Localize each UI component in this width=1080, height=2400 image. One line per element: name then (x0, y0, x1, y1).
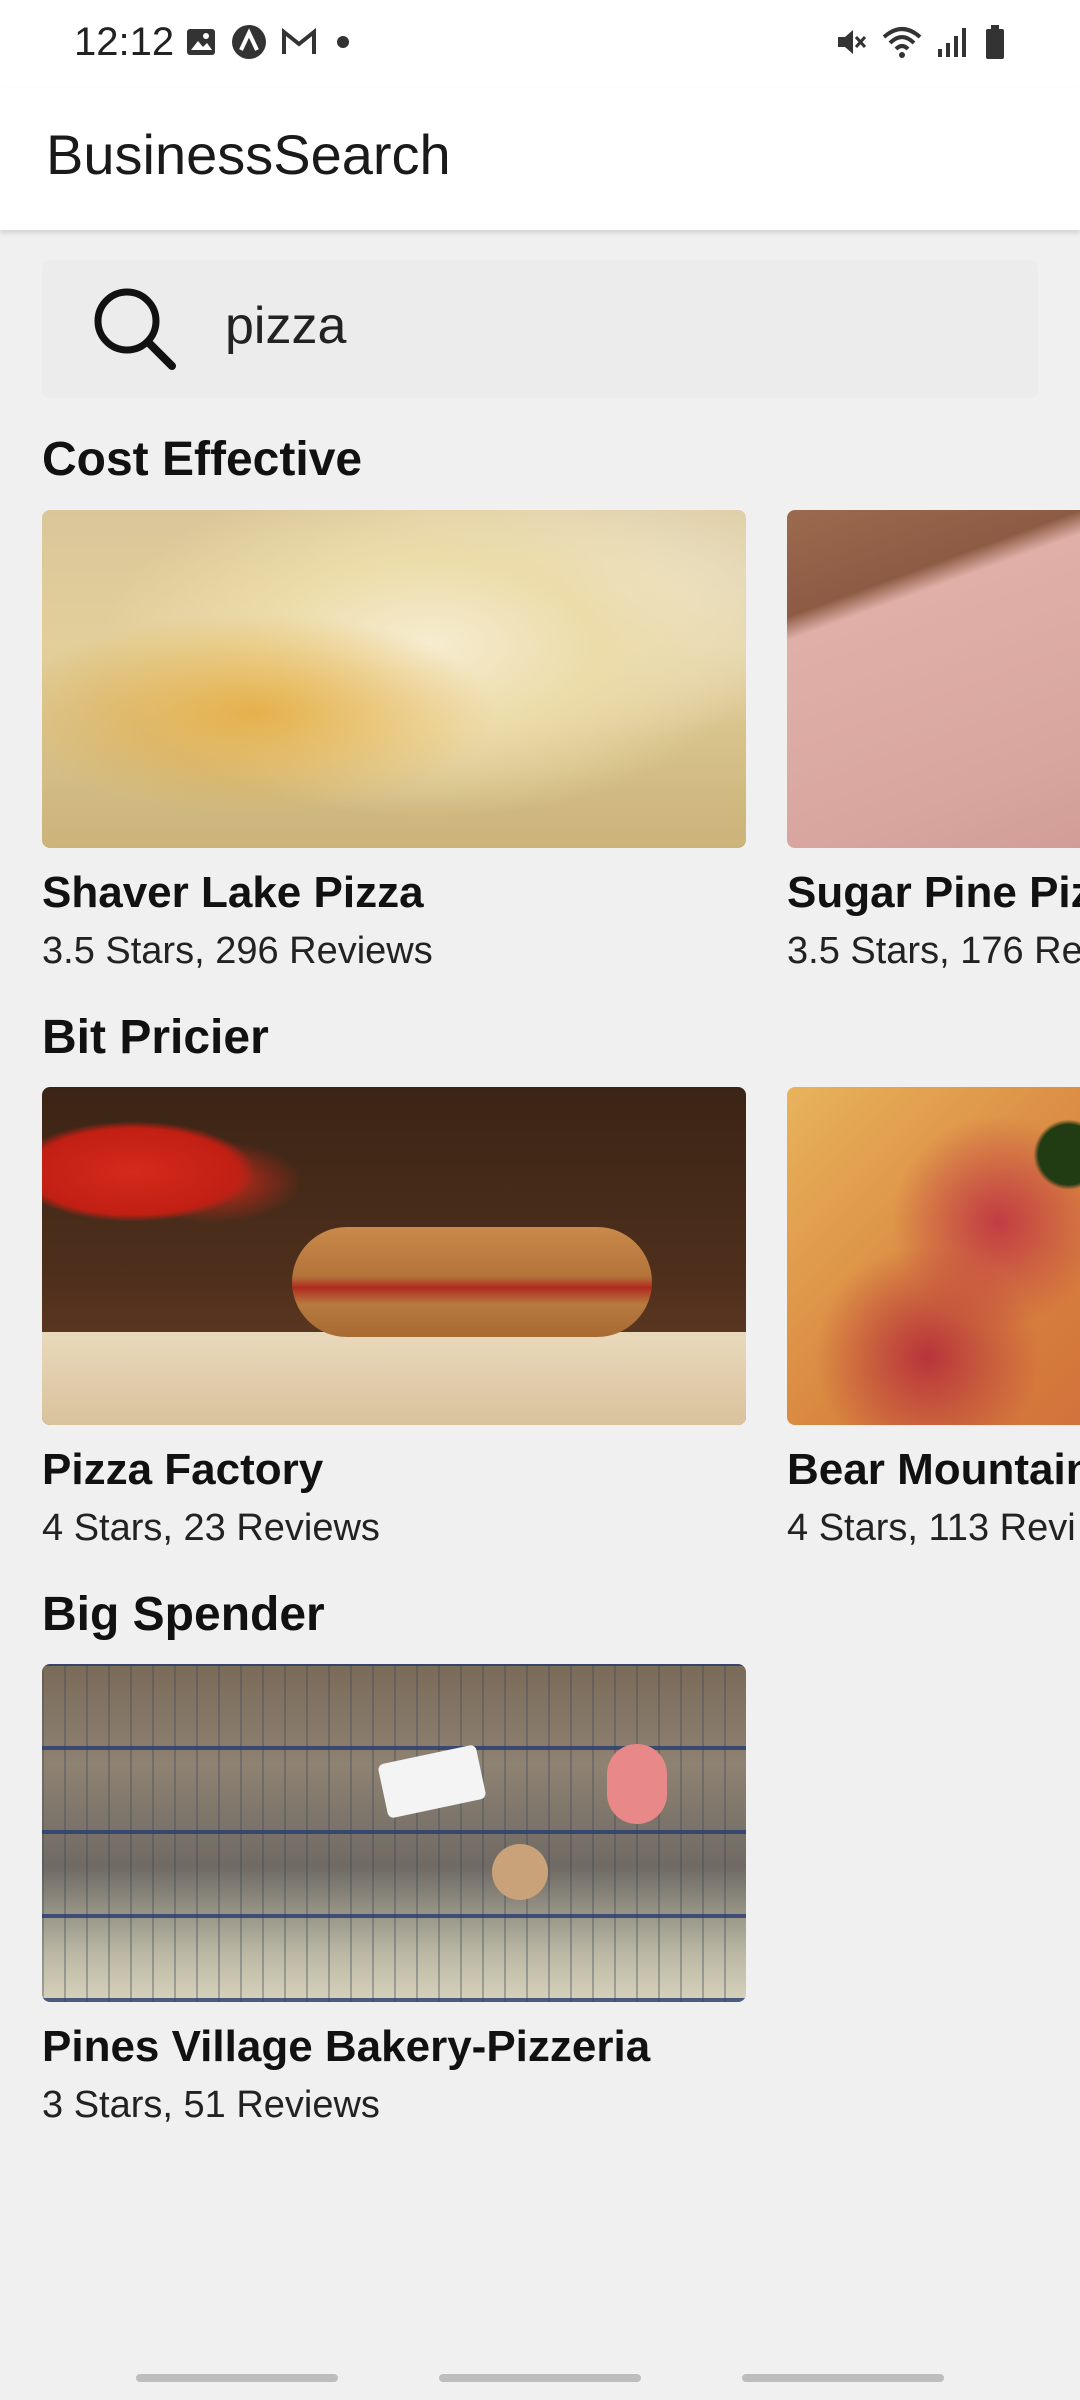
gmail-icon (281, 27, 317, 62)
signal-icon (936, 25, 970, 64)
business-rating: 3.5 Stars, 296 Reviews (42, 930, 433, 972)
mute-icon (834, 25, 868, 64)
image-sandwich-shape (292, 1227, 652, 1337)
business-name: Pizza Factory (42, 1445, 324, 1494)
business-rating: 3 Stars, 51 Reviews (42, 2084, 380, 2126)
status-right-icons (834, 24, 1006, 65)
business-card[interactable]: Pines Village Bakery-Pizzeria 3 Stars, 5… (42, 1664, 746, 2127)
business-card[interactable]: Pizza Factory 4 Stars, 23 Reviews (42, 1087, 746, 1550)
nav-gesture-center[interactable] (439, 2374, 641, 2382)
business-rating: 4 Stars, 113 Revi (787, 1507, 1076, 1549)
image-sign-shape (377, 1744, 487, 1819)
battery-icon (984, 24, 1006, 65)
image-sign-shape (492, 1844, 548, 1900)
app-title: BusinessSearch (46, 123, 451, 186)
wifi-icon (882, 25, 922, 64)
arc-icon (231, 24, 267, 65)
business-name: Pines Village Bakery-Pizzeria (42, 2022, 651, 2071)
business-image[interactable] (787, 510, 1080, 848)
business-image[interactable] (42, 1664, 746, 2002)
search-icon (90, 284, 180, 379)
status-left-icons (185, 24, 355, 65)
nav-gesture-right[interactable] (742, 2374, 944, 2382)
business-image[interactable] (42, 510, 746, 848)
search-input[interactable]: pizza (42, 260, 1038, 398)
business-image[interactable] (787, 1087, 1080, 1425)
status-time: 12:12 (74, 20, 175, 64)
section-title-cost-effective: Cost Effective (42, 433, 363, 486)
business-name: Sugar Pine Piz (787, 868, 1080, 917)
section-title-bit-pricier: Bit Pricier (42, 1011, 269, 1064)
status-bar: 12:12 (0, 0, 1080, 88)
search-query-text[interactable]: pizza (225, 296, 346, 356)
section-title-big-spender: Big Spender (42, 1588, 325, 1641)
dot-icon (331, 30, 355, 59)
image-icon (185, 26, 217, 63)
business-card[interactable]: Sugar Pine Piz 3.5 Stars, 176 Re (787, 510, 1080, 973)
image-board-shape (42, 1332, 746, 1425)
business-rating: 4 Stars, 23 Reviews (42, 1507, 380, 1549)
business-card[interactable]: Shaver Lake Pizza 3.5 Stars, 296 Reviews (42, 510, 746, 973)
business-card[interactable]: Bear Mountain 4 Stars, 113 Revi (787, 1087, 1080, 1550)
business-rating: 3.5 Stars, 176 Re (787, 930, 1080, 972)
business-name: Bear Mountain (787, 1445, 1080, 1494)
business-name: Shaver Lake Pizza (42, 868, 424, 917)
nav-gesture-left[interactable] (136, 2374, 338, 2382)
app-bar: BusinessSearch (0, 88, 1080, 230)
image-sign-shape (607, 1744, 667, 1824)
business-image[interactable] (42, 1087, 746, 1425)
